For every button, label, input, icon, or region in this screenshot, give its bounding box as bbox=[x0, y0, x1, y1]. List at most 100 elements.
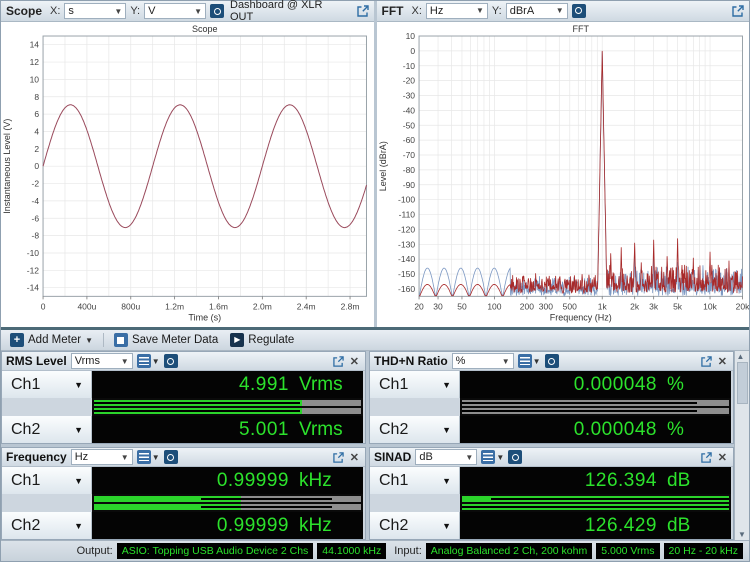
scope-y-axis-label: Y: bbox=[130, 5, 141, 17]
caret-down-icon: ▼ bbox=[194, 6, 202, 16]
target-icon bbox=[163, 354, 178, 368]
channel-selector-ch1[interactable]: Ch1 ▼ bbox=[370, 371, 460, 398]
channel-selector-ch2[interactable]: Ch2 ▼ bbox=[370, 416, 460, 443]
signal-path-label: Dashboard @ XLR OUT bbox=[230, 0, 323, 23]
down-arrow-icon[interactable]: ▼ bbox=[738, 530, 746, 539]
caret-down-icon: ▼ bbox=[114, 6, 123, 16]
meter-settings-button[interactable] bbox=[163, 354, 178, 368]
caret-down-icon: ▼ bbox=[74, 424, 83, 435]
svg-text:Time (s): Time (s) bbox=[188, 312, 221, 322]
meters-scrollbar[interactable]: ▲ ▼ bbox=[734, 351, 749, 540]
fft-settings-button[interactable] bbox=[571, 3, 586, 18]
level-bars bbox=[92, 494, 363, 512]
regulate-button[interactable]: ▶ Regulate bbox=[225, 331, 299, 349]
meter-header: SINAD dB ▼ ▼ ✕ bbox=[370, 448, 733, 467]
svg-text:-10: -10 bbox=[27, 248, 40, 258]
svg-text:800u: 800u bbox=[121, 301, 140, 311]
popout-icon[interactable] bbox=[333, 451, 344, 463]
svg-text:-160: -160 bbox=[398, 284, 415, 294]
meter-toolbar: + Add Meter ▼ Save Meter Data ▶ Regulate bbox=[1, 330, 749, 351]
channel-display: 0.99999 kHz bbox=[92, 512, 363, 539]
popout-icon[interactable] bbox=[701, 355, 712, 367]
caret-down-icon: ▼ bbox=[120, 452, 129, 462]
channel-selector-ch1[interactable]: Ch1 ▼ bbox=[2, 371, 92, 398]
scrollbar-thumb[interactable] bbox=[736, 362, 748, 404]
svg-text:1.2m: 1.2m bbox=[165, 301, 184, 311]
close-icon[interactable]: ✕ bbox=[348, 451, 361, 464]
svg-text:500: 500 bbox=[562, 301, 576, 311]
meter-scale-icon bbox=[136, 354, 151, 368]
unit-select[interactable]: Vrms ▼ bbox=[70, 353, 133, 369]
channel-display: 0.99999 kHz bbox=[92, 467, 363, 494]
channel-selector-ch1[interactable]: Ch1 ▼ bbox=[2, 467, 92, 494]
popout-icon[interactable] bbox=[701, 451, 712, 463]
level-bars bbox=[92, 398, 363, 416]
meter-settings-button[interactable] bbox=[544, 354, 559, 368]
svg-text:4: 4 bbox=[34, 126, 39, 136]
svg-text:-60: -60 bbox=[402, 135, 415, 145]
popout-icon[interactable] bbox=[333, 355, 344, 367]
level-bar bbox=[462, 400, 729, 406]
save-meter-data-button[interactable]: Save Meter Data bbox=[109, 331, 223, 349]
scope-panel: Scope X: s ▼ Y: V ▼ Dashboard @ XLR OUT Sc… bbox=[1, 0, 374, 328]
meter-scale-icon bbox=[517, 354, 532, 368]
svg-text:2.4m: 2.4m bbox=[297, 301, 316, 311]
channel-row: Ch2 ▼ 126.429 dB bbox=[370, 512, 733, 539]
fft-x-select[interactable]: Hz ▼ bbox=[425, 2, 488, 19]
caret-down-icon: ▼ bbox=[532, 356, 541, 366]
svg-text:10: 10 bbox=[30, 74, 40, 84]
caret-down-icon: ▼ bbox=[74, 379, 83, 390]
meter-settings-button[interactable] bbox=[163, 450, 178, 464]
unit-select[interactable]: Hz ▼ bbox=[70, 449, 133, 465]
save-icon bbox=[113, 333, 128, 347]
up-arrow-icon[interactable]: ▲ bbox=[737, 352, 748, 361]
popout-icon[interactable] bbox=[732, 5, 744, 17]
svg-text:0: 0 bbox=[34, 161, 39, 171]
svg-text:-10: -10 bbox=[402, 60, 415, 70]
scope-plot-area: Scope 14 12 10 8 6 4 2 0 -2 -4 -6 -8 -10 -12 -14 0 400u 80… bbox=[1, 22, 374, 328]
level-bars bbox=[460, 398, 731, 416]
add-meter-button[interactable]: + Add Meter ▼ bbox=[5, 331, 98, 349]
meter-scale-button[interactable]: ▼ bbox=[517, 354, 541, 368]
svg-text:50: 50 bbox=[457, 301, 467, 311]
scope-settings-button[interactable] bbox=[210, 4, 224, 18]
fft-x-axis-label: X: bbox=[411, 4, 422, 17]
caret-down-icon: ▼ bbox=[496, 452, 505, 462]
unit-select[interactable]: % ▼ bbox=[451, 353, 514, 369]
scope-x-select[interactable]: s ▼ bbox=[64, 3, 127, 19]
popout-icon[interactable] bbox=[356, 5, 369, 17]
level-bar bbox=[94, 400, 361, 406]
close-icon[interactable]: ✕ bbox=[716, 451, 729, 464]
close-icon[interactable]: ✕ bbox=[348, 355, 361, 368]
close-icon[interactable]: ✕ bbox=[716, 355, 729, 368]
meter-scale-button[interactable]: ▼ bbox=[136, 354, 160, 368]
svg-text:10k: 10k bbox=[703, 301, 717, 311]
input-config-badge: Analog Balanced 2 Ch, 200 kohm bbox=[425, 543, 593, 559]
meter-scale-button[interactable]: ▼ bbox=[136, 450, 160, 464]
scope-y-select[interactable]: V ▼ bbox=[144, 3, 206, 19]
caret-down-icon: ▼ bbox=[442, 424, 451, 435]
svg-text:0: 0 bbox=[410, 45, 415, 55]
svg-text:10: 10 bbox=[405, 31, 415, 41]
svg-text:-90: -90 bbox=[402, 179, 415, 189]
plus-icon: + bbox=[10, 333, 24, 347]
svg-text:2.0m: 2.0m bbox=[253, 301, 272, 311]
meter-title: RMS Level bbox=[6, 354, 67, 368]
channel-selector-ch2[interactable]: Ch2 ▼ bbox=[370, 512, 460, 539]
meter-header: RMS Level Vrms ▼ ▼ ✕ bbox=[2, 352, 365, 371]
channel-selector-ch1[interactable]: Ch1 ▼ bbox=[370, 467, 460, 494]
play-icon: ▶ bbox=[230, 333, 245, 347]
fft-y-select[interactable]: dBrA ▼ bbox=[505, 2, 568, 19]
meter-scale-button[interactable]: ▼ bbox=[481, 450, 504, 464]
meter-settings-button[interactable] bbox=[508, 450, 523, 464]
unit-select[interactable]: dB ▼ bbox=[415, 449, 478, 465]
svg-text:200: 200 bbox=[519, 301, 533, 311]
channel-row: Ch1 ▼ 0.99999 kHz bbox=[2, 467, 365, 494]
meter-title: SINAD bbox=[374, 450, 412, 464]
channel-selector-ch2[interactable]: Ch2 ▼ bbox=[2, 416, 92, 443]
svg-text:2k: 2k bbox=[630, 301, 640, 311]
channel-selector-ch2[interactable]: Ch2 ▼ bbox=[2, 512, 92, 539]
fft-header: FFT X: Hz ▼ Y: dBrA ▼ bbox=[376, 1, 749, 22]
svg-text:300: 300 bbox=[538, 301, 552, 311]
channel-display: 0.000048% bbox=[460, 416, 731, 443]
